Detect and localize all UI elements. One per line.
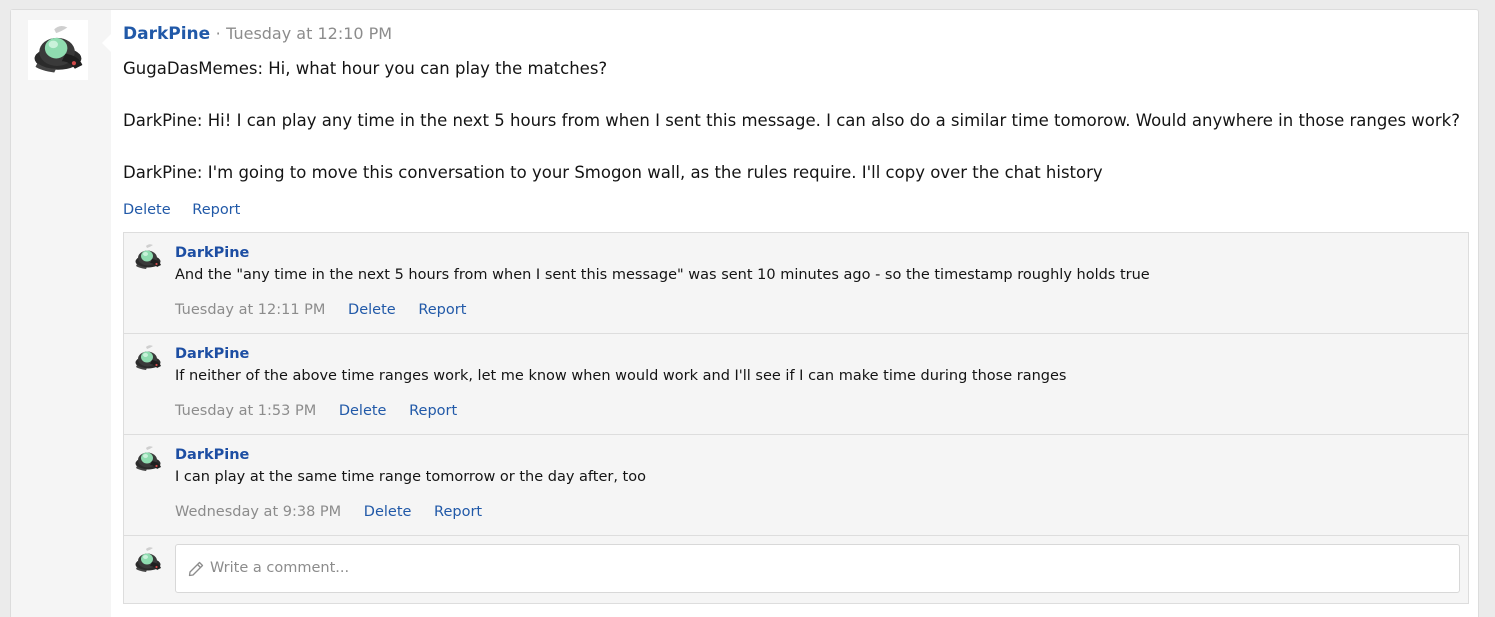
pencil-icon — [188, 561, 204, 577]
message-line: GugaDasMemes: Hi, what hour you can play… — [123, 59, 608, 78]
comment-item: DarkPine If neither of the above time ra… — [124, 334, 1468, 435]
post-header: DarkPine · Tuesday at 12:10 PM — [123, 24, 392, 44]
comment-input[interactable]: Write a comment... — [175, 544, 1460, 593]
comment-timestamp[interactable]: Tuesday at 1:53 PM — [175, 403, 316, 419]
post-actions: Delete Report — [123, 202, 257, 218]
comment-meta: Tuesday at 1:53 PM Delete Report — [175, 403, 475, 419]
comment-text: I can play at the same time range tomorr… — [175, 469, 646, 485]
comment-item: DarkPine I can play at the same time ran… — [124, 435, 1468, 536]
profile-post-card: DarkPine · Tuesday at 12:10 PM GugaDasMe… — [10, 9, 1479, 617]
pokemon-avatar-icon — [135, 345, 161, 370]
post-timestamp[interactable]: Tuesday at 12:10 PM — [226, 24, 392, 43]
delete-button[interactable]: Delete — [348, 302, 396, 318]
comment-meta: Wednesday at 9:38 PM Delete Report — [175, 504, 500, 520]
message-line: DarkPine: I'm going to move this convers… — [123, 163, 1103, 182]
comment-timestamp[interactable]: Wednesday at 9:38 PM — [175, 504, 341, 520]
post-author[interactable]: DarkPine — [123, 24, 210, 44]
avatar[interactable] — [132, 443, 164, 475]
pokemon-avatar-icon — [135, 547, 161, 572]
comment-text: And the "any time in the next 5 hours fr… — [175, 267, 1150, 283]
comment-meta: Tuesday at 12:11 PM Delete Report — [175, 302, 484, 318]
avatar-gutter — [11, 10, 112, 617]
avatar[interactable] — [28, 20, 88, 80]
pokemon-avatar-icon — [135, 446, 161, 471]
comment-item: DarkPine And the "any time in the next 5… — [124, 233, 1468, 334]
comment-timestamp[interactable]: Tuesday at 12:11 PM — [175, 302, 325, 318]
comment-author[interactable]: DarkPine — [175, 346, 249, 362]
comment-placeholder: Write a comment... — [210, 560, 350, 576]
comment-text: If neither of the above time ranges work… — [175, 368, 1067, 384]
header-separator: · — [215, 24, 221, 43]
report-button[interactable]: Report — [418, 302, 466, 318]
delete-button[interactable]: Delete — [339, 403, 387, 419]
report-button[interactable]: Report — [434, 504, 482, 520]
avatar[interactable] — [132, 241, 164, 273]
pokemon-avatar-icon — [135, 244, 161, 269]
comment-list: DarkPine And the "any time in the next 5… — [123, 232, 1469, 604]
avatar — [132, 544, 164, 576]
comment-author[interactable]: DarkPine — [175, 447, 249, 463]
delete-button[interactable]: Delete — [364, 504, 412, 520]
message-line: DarkPine: Hi! I can play any time in the… — [123, 111, 1460, 130]
speech-notch — [102, 33, 112, 53]
delete-button[interactable]: Delete — [123, 202, 171, 218]
report-button[interactable]: Report — [409, 403, 457, 419]
pokemon-avatar-icon — [34, 26, 83, 73]
comment-author[interactable]: DarkPine — [175, 245, 249, 261]
avatar[interactable] — [132, 342, 164, 374]
report-button[interactable]: Report — [192, 202, 240, 218]
